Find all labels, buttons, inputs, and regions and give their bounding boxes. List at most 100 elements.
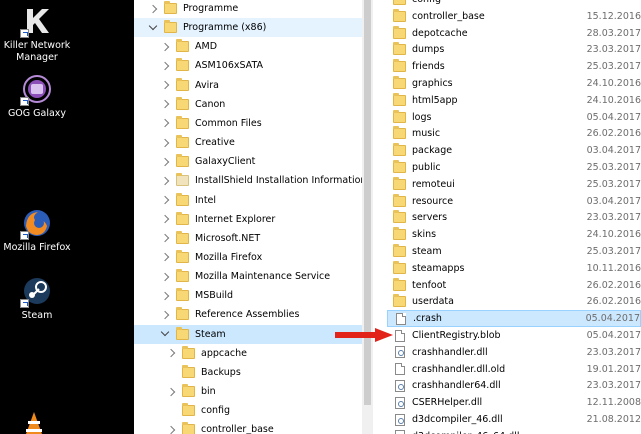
folder-row[interactable]: config [387,0,641,8]
folder-icon [176,326,189,340]
folder-row[interactable]: tenfoot 26.02.2016 [387,277,641,294]
file-row[interactable]: .crash 05.04.2017 [387,310,641,328]
folder-row[interactable]: friends 25.03.2017 [387,58,641,75]
folder-icon [176,173,189,187]
folder-row[interactable]: graphics 24.10.2016 [387,75,641,92]
chevron-right-icon[interactable] [160,252,170,262]
chevron-right-icon[interactable] [166,387,176,397]
folder-row[interactable]: package 03.04.2017 [387,142,641,159]
folder-row[interactable]: logs 05.04.2017 [387,109,641,126]
file-date: 28.03.2017 [586,27,641,39]
file-row[interactable]: crashhandler.dll 23.03.2017 [387,344,641,361]
file-date: 23.03.2017 [586,380,641,392]
chevron-right-icon[interactable] [160,138,170,148]
file-name: package [412,145,453,157]
tree-item[interactable]: GalaxyClient [134,152,362,171]
chevron-right-icon[interactable] [160,176,170,186]
folder-row[interactable]: resource 03.04.2017 [387,193,641,210]
file-name: servers [412,212,448,224]
tree-item-label: Avira [195,79,219,91]
desktop-shortcut-gog[interactable]: GOG Galaxy [0,74,74,120]
chevron-right-icon[interactable] [160,157,170,167]
tree-item[interactable]: Intel [134,191,362,210]
tree-item[interactable]: Avira [134,76,362,95]
tree-item[interactable]: Canon [134,95,362,114]
tree-scrollbar[interactable] [362,0,373,434]
tree-item[interactable]: Common Files [134,114,362,133]
chevron-right-icon[interactable] [160,214,170,224]
chevron-right-icon[interactable] [160,99,170,109]
chevron-right-icon[interactable] [160,291,170,301]
folder-row[interactable]: html5app 24.10.2016 [387,92,641,109]
chevron-right-icon[interactable] [160,195,170,205]
desktop-shortcut-firefox[interactable]: Mozilla Firefox [0,208,74,254]
chevron-right-icon[interactable] [160,272,170,282]
scrollbar-thumb[interactable] [364,0,371,405]
folder-row[interactable]: music 26.02.2016 [387,125,641,142]
desktop-shortcut-killer[interactable]: Killer Network Manager [0,6,74,64]
chevron-down-icon[interactable] [148,23,158,33]
tree-item[interactable]: bin [134,382,362,401]
folder-row[interactable]: depotcache 28.03.2017 [387,25,641,42]
file-row[interactable]: d3dcompiler_46.dll 21.08.2012 [387,411,641,428]
file-row[interactable]: d3dcompiler_46_64.dll [387,428,641,434]
file-row[interactable]: ClientRegistry.blob 05.04.2017 [387,327,641,344]
file-date: 19.01.2017 [586,363,641,375]
tree-item[interactable]: Programme [134,0,362,18]
dll-file-icon [395,430,405,434]
folder-row[interactable]: dumps 23.03.2017 [387,41,641,58]
tree-item[interactable]: controller_base [134,420,362,434]
tree-item-label: InstallShield Installation Information [195,175,362,187]
folder-row[interactable]: userdata 26.02.2016 [387,293,641,310]
chevron-right-icon[interactable] [160,310,170,320]
folder-row[interactable]: skins 24.10.2016 [387,226,641,243]
folder-icon [176,135,189,149]
folder-row[interactable]: servers 23.03.2017 [387,209,641,226]
tree-item-label: AMD [195,41,218,53]
chevron-right-icon[interactable] [160,118,170,128]
chevron-right-icon[interactable] [160,42,170,52]
tree-item[interactable]: Creative [134,133,362,152]
chevron-right-icon[interactable] [160,233,170,243]
tree-item[interactable]: Microsoft.NET [134,229,362,248]
desktop-shortcut-steam[interactable]: Steam [0,276,74,322]
tree-item-label: Intel [195,194,217,206]
folder-row[interactable]: steam 25.03.2017 [387,243,641,260]
file-name: ClientRegistry.blob [412,330,501,341]
tree-item[interactable]: Mozilla Firefox [134,248,362,267]
tree-item[interactable]: InstallShield Installation Information [134,171,362,190]
tree-item[interactable]: AMD [134,37,362,56]
tree-item[interactable]: ASM106xSATA [134,56,362,75]
tree-item[interactable]: config [134,401,362,420]
folder-row[interactable]: public 25.03.2017 [387,159,641,176]
vlc-icon[interactable] [22,412,46,434]
tree-item[interactable]: MSBuild [134,286,362,305]
tree-item[interactable]: Backups [134,363,362,382]
folder-icon [176,39,189,53]
file-icon [395,363,405,376]
file-date: 21.08.2012 [586,414,641,425]
chevron-right-icon[interactable] [148,4,158,14]
chevron-right-icon[interactable] [160,61,170,71]
folder-row[interactable]: remoteui 25.03.2017 [387,176,641,193]
dll-file-icon [395,346,405,359]
chevron-right-icon[interactable] [160,80,170,90]
tree-item[interactable]: Steam [134,324,362,344]
chevron-right-icon[interactable] [166,348,176,358]
file-row[interactable]: crashhandler.dll.old 19.01.2017 [387,361,641,378]
shortcut-arrow-icon [20,29,29,38]
tree-item[interactable]: Reference Assemblies [134,305,362,324]
file-name: dumps [412,44,445,56]
folder-icon [393,227,406,241]
folder-row[interactable]: steamapps 10.11.2016 [387,260,641,277]
chevron-down-icon[interactable] [160,329,170,339]
tree-item[interactable]: Internet Explorer [134,210,362,229]
tree-item[interactable]: Mozilla Maintenance Service [134,267,362,286]
folder-row[interactable]: controller_base 15.12.2016 [387,8,641,25]
folder-icon [176,269,189,283]
file-row[interactable]: CSERHelper.dll 12.11.2008 [387,394,641,411]
file-row[interactable]: crashhandler64.dll 23.03.2017 [387,377,641,394]
tree-item[interactable]: appcache [134,344,362,363]
chevron-right-icon[interactable] [166,425,176,434]
tree-item[interactable]: Programme (x86) [134,18,362,38]
